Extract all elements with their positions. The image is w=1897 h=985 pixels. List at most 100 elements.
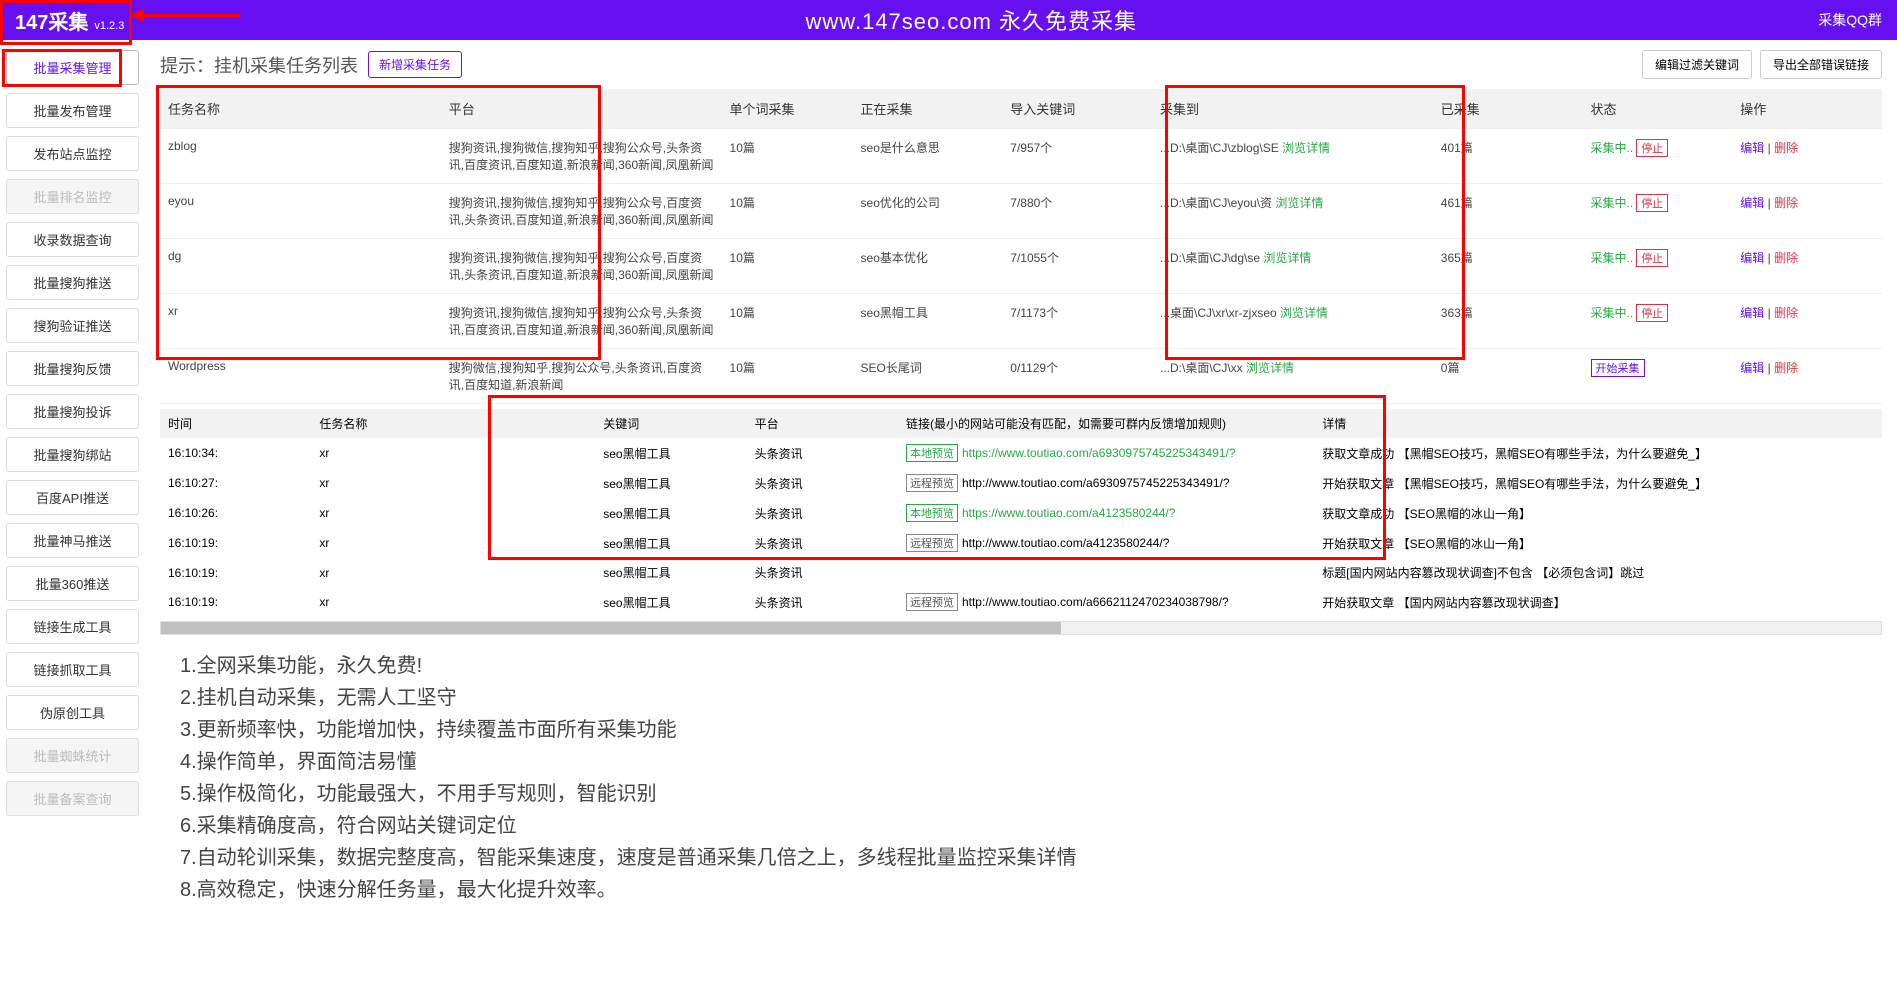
sidebar-item-6[interactable]: 搜狗验证推送: [6, 308, 139, 343]
edit-link[interactable]: 编辑: [1740, 141, 1764, 155]
edit-link[interactable]: 编辑: [1740, 251, 1764, 265]
horizontal-scrollbar[interactable]: [160, 621, 1882, 635]
cell-log-time: 16:10:26:: [160, 498, 311, 528]
export-error-button[interactable]: 导出全部错误链接: [1760, 50, 1882, 79]
cell-platform: 搜狗微信,搜狗知乎,搜狗公众号,头条资讯,百度资讯,百度知道,新浪新闻: [441, 349, 722, 404]
cell-log-keyword: seo黑帽工具: [595, 587, 746, 617]
delete-link[interactable]: 删除: [1774, 306, 1798, 320]
sidebar-item-1[interactable]: 批量发布管理: [6, 93, 139, 128]
task-row: dg搜狗资讯,搜狗微信,搜狗知乎,搜狗公众号,百度资讯,头条资讯,百度知道,新浪…: [160, 239, 1882, 294]
cell-collect-to: ...D:\桌面\CJ\eyou\资 浏览详情: [1152, 184, 1433, 239]
features-list: 1.全网采集功能，永久免费!2.挂机自动采集，无需人工坚守3.更新频率快，功能增…: [160, 650, 1882, 906]
remote-preview-tag[interactable]: 远程预览: [906, 474, 958, 492]
edit-link[interactable]: 编辑: [1740, 361, 1764, 375]
feature-line: 2.挂机自动采集，无需人工坚守: [180, 682, 1882, 714]
cell-platform: 搜狗资讯,搜狗微信,搜狗知乎,搜狗公众号,百度资讯,头条资讯,百度知道,新浪新闻…: [441, 239, 722, 294]
sidebar-item-2[interactable]: 发布站点监控: [6, 136, 139, 171]
annotation-arrow: [140, 14, 240, 17]
qq-group-link[interactable]: 采集QQ群: [1818, 10, 1882, 30]
stop-button[interactable]: 停止: [1636, 304, 1668, 322]
cell-import: 7/1173个: [1002, 294, 1152, 349]
log-row: 16:10:19:xrseo黑帽工具头条资讯远程预览http://www.tou…: [160, 587, 1882, 617]
delete-link[interactable]: 删除: [1774, 141, 1798, 155]
th-single: 单个词采集: [722, 89, 853, 129]
log-link-url[interactable]: http://www.toutiao.com/a6662112470234038…: [962, 595, 1229, 609]
th-collect-to: 采集到: [1152, 89, 1433, 129]
task-table: 任务名称 平台 单个词采集 正在采集 导入关键词 采集到 已采集 状态 操作 z…: [160, 89, 1882, 404]
stop-button[interactable]: 停止: [1636, 139, 1668, 157]
cell-operation: 编辑 | 删除: [1732, 129, 1882, 184]
cell-single: 10篇: [722, 129, 853, 184]
edit-link[interactable]: 编辑: [1740, 196, 1764, 210]
stop-button[interactable]: 停止: [1636, 194, 1668, 212]
th-collected: 已采集: [1433, 89, 1583, 129]
cell-collected: 401篇: [1433, 129, 1583, 184]
edit-filter-button[interactable]: 编辑过滤关键词: [1642, 50, 1752, 79]
sidebar-item-11[interactable]: 批量神马推送: [6, 523, 139, 558]
log-link-url[interactable]: https://www.toutiao.com/a4123580244/?: [962, 506, 1175, 520]
browse-link[interactable]: 浏览详情: [1275, 196, 1323, 210]
sidebar-item-12[interactable]: 批量360推送: [6, 566, 139, 601]
delete-link[interactable]: 删除: [1774, 251, 1798, 265]
cell-platform: 搜狗资讯,搜狗微信,搜狗知乎,搜狗公众号,头条资讯,百度资讯,百度知道,新浪新闻…: [441, 129, 722, 184]
cell-task: zblog: [160, 129, 441, 184]
main-content: 提示：挂机采集任务列表 新增采集任务 编辑过滤关键词 导出全部错误链接 任务名称…: [145, 40, 1897, 916]
cell-log-task: xr: [311, 528, 595, 558]
remote-preview-tag[interactable]: 远程预览: [906, 534, 958, 552]
cell-log-platform: 头条资讯: [747, 558, 898, 587]
cell-log-platform: 头条资讯: [747, 587, 898, 617]
browse-link[interactable]: 浏览详情: [1246, 361, 1294, 375]
cell-task: xr: [160, 294, 441, 349]
edit-link[interactable]: 编辑: [1740, 306, 1764, 320]
cell-log-task: xr: [311, 498, 595, 528]
local-preview-tag[interactable]: 本地预览: [906, 444, 958, 462]
cell-log-detail: 标题[国内网站内容篡改现状调查]不包含 【必须包含词】跳过: [1314, 558, 1882, 587]
delete-link[interactable]: 删除: [1774, 361, 1798, 375]
browse-link[interactable]: 浏览详情: [1282, 141, 1330, 155]
cell-single: 10篇: [722, 349, 853, 404]
th-log-platform: 平台: [747, 409, 898, 438]
cell-log-detail: 获取文章成功 【SEO黑帽的冰山一角】: [1314, 498, 1882, 528]
sidebar-item-5[interactable]: 批量搜狗推送: [6, 265, 139, 300]
cell-status: 采集中..停止: [1583, 239, 1733, 294]
log-link-url[interactable]: https://www.toutiao.com/a693097574522534…: [962, 446, 1236, 460]
start-button[interactable]: 开始采集: [1591, 359, 1645, 377]
sidebar-item-7[interactable]: 批量搜狗反馈: [6, 351, 139, 386]
browse-link[interactable]: 浏览详情: [1263, 251, 1311, 265]
sidebar-item-13[interactable]: 链接生成工具: [6, 609, 139, 644]
cell-log-link: 本地预览 https://www.toutiao.com/a4123580244/…: [898, 498, 1314, 528]
cell-log-time: 16:10:19:: [160, 528, 311, 558]
cell-single: 10篇: [722, 184, 853, 239]
sidebar-item-4[interactable]: 收录数据查询: [6, 222, 139, 257]
cell-log-keyword: seo黑帽工具: [595, 528, 746, 558]
cell-import: 7/1055个: [1002, 239, 1152, 294]
sidebar-item-0[interactable]: 批量采集管理: [6, 50, 139, 85]
log-link-url[interactable]: http://www.toutiao.com/a4123580244/?: [962, 536, 1169, 550]
th-log-time: 时间: [160, 409, 311, 438]
sidebar-item-14[interactable]: 链接抓取工具: [6, 652, 139, 687]
cell-task: eyou: [160, 184, 441, 239]
th-task: 任务名称: [160, 89, 441, 129]
cell-log-platform: 头条资讯: [747, 528, 898, 558]
task-row: Wordpress搜狗微信,搜狗知乎,搜狗公众号,头条资讯,百度资讯,百度知道,…: [160, 349, 1882, 404]
sidebar-item-8[interactable]: 批量搜狗投诉: [6, 394, 139, 429]
cell-operation: 编辑 | 删除: [1732, 184, 1882, 239]
cell-log-link: 远程预览 http://www.toutiao.com/a4123580244/?: [898, 528, 1314, 558]
local-preview-tag[interactable]: 本地预览: [906, 504, 958, 522]
cell-log-task: xr: [311, 438, 595, 468]
delete-link[interactable]: 删除: [1774, 196, 1798, 210]
cell-log-time: 16:10:19:: [160, 587, 311, 617]
new-task-button[interactable]: 新增采集任务: [368, 51, 462, 78]
feature-line: 7.自动轮训采集，数据完整度高，智能采集速度，速度是普通采集几倍之上，多线程批量…: [180, 842, 1882, 874]
task-row: xr搜狗资讯,搜狗微信,搜狗知乎,搜狗公众号,头条资讯,百度资讯,百度知道,新浪…: [160, 294, 1882, 349]
cell-task: Wordpress: [160, 349, 441, 404]
sidebar-item-9[interactable]: 批量搜狗绑站: [6, 437, 139, 472]
sidebar-item-15[interactable]: 伪原创工具: [6, 695, 139, 730]
cell-platform: 搜狗资讯,搜狗微信,搜狗知乎,搜狗公众号,百度资讯,头条资讯,百度知道,新浪新闻…: [441, 184, 722, 239]
browse-link[interactable]: 浏览详情: [1280, 306, 1328, 320]
sidebar-item-10[interactable]: 百度API推送: [6, 480, 139, 515]
remote-preview-tag[interactable]: 远程预览: [906, 593, 958, 611]
cell-operation: 编辑 | 删除: [1732, 349, 1882, 404]
log-link-url[interactable]: http://www.toutiao.com/a6930975745225343…: [962, 476, 1230, 490]
stop-button[interactable]: 停止: [1636, 249, 1668, 267]
